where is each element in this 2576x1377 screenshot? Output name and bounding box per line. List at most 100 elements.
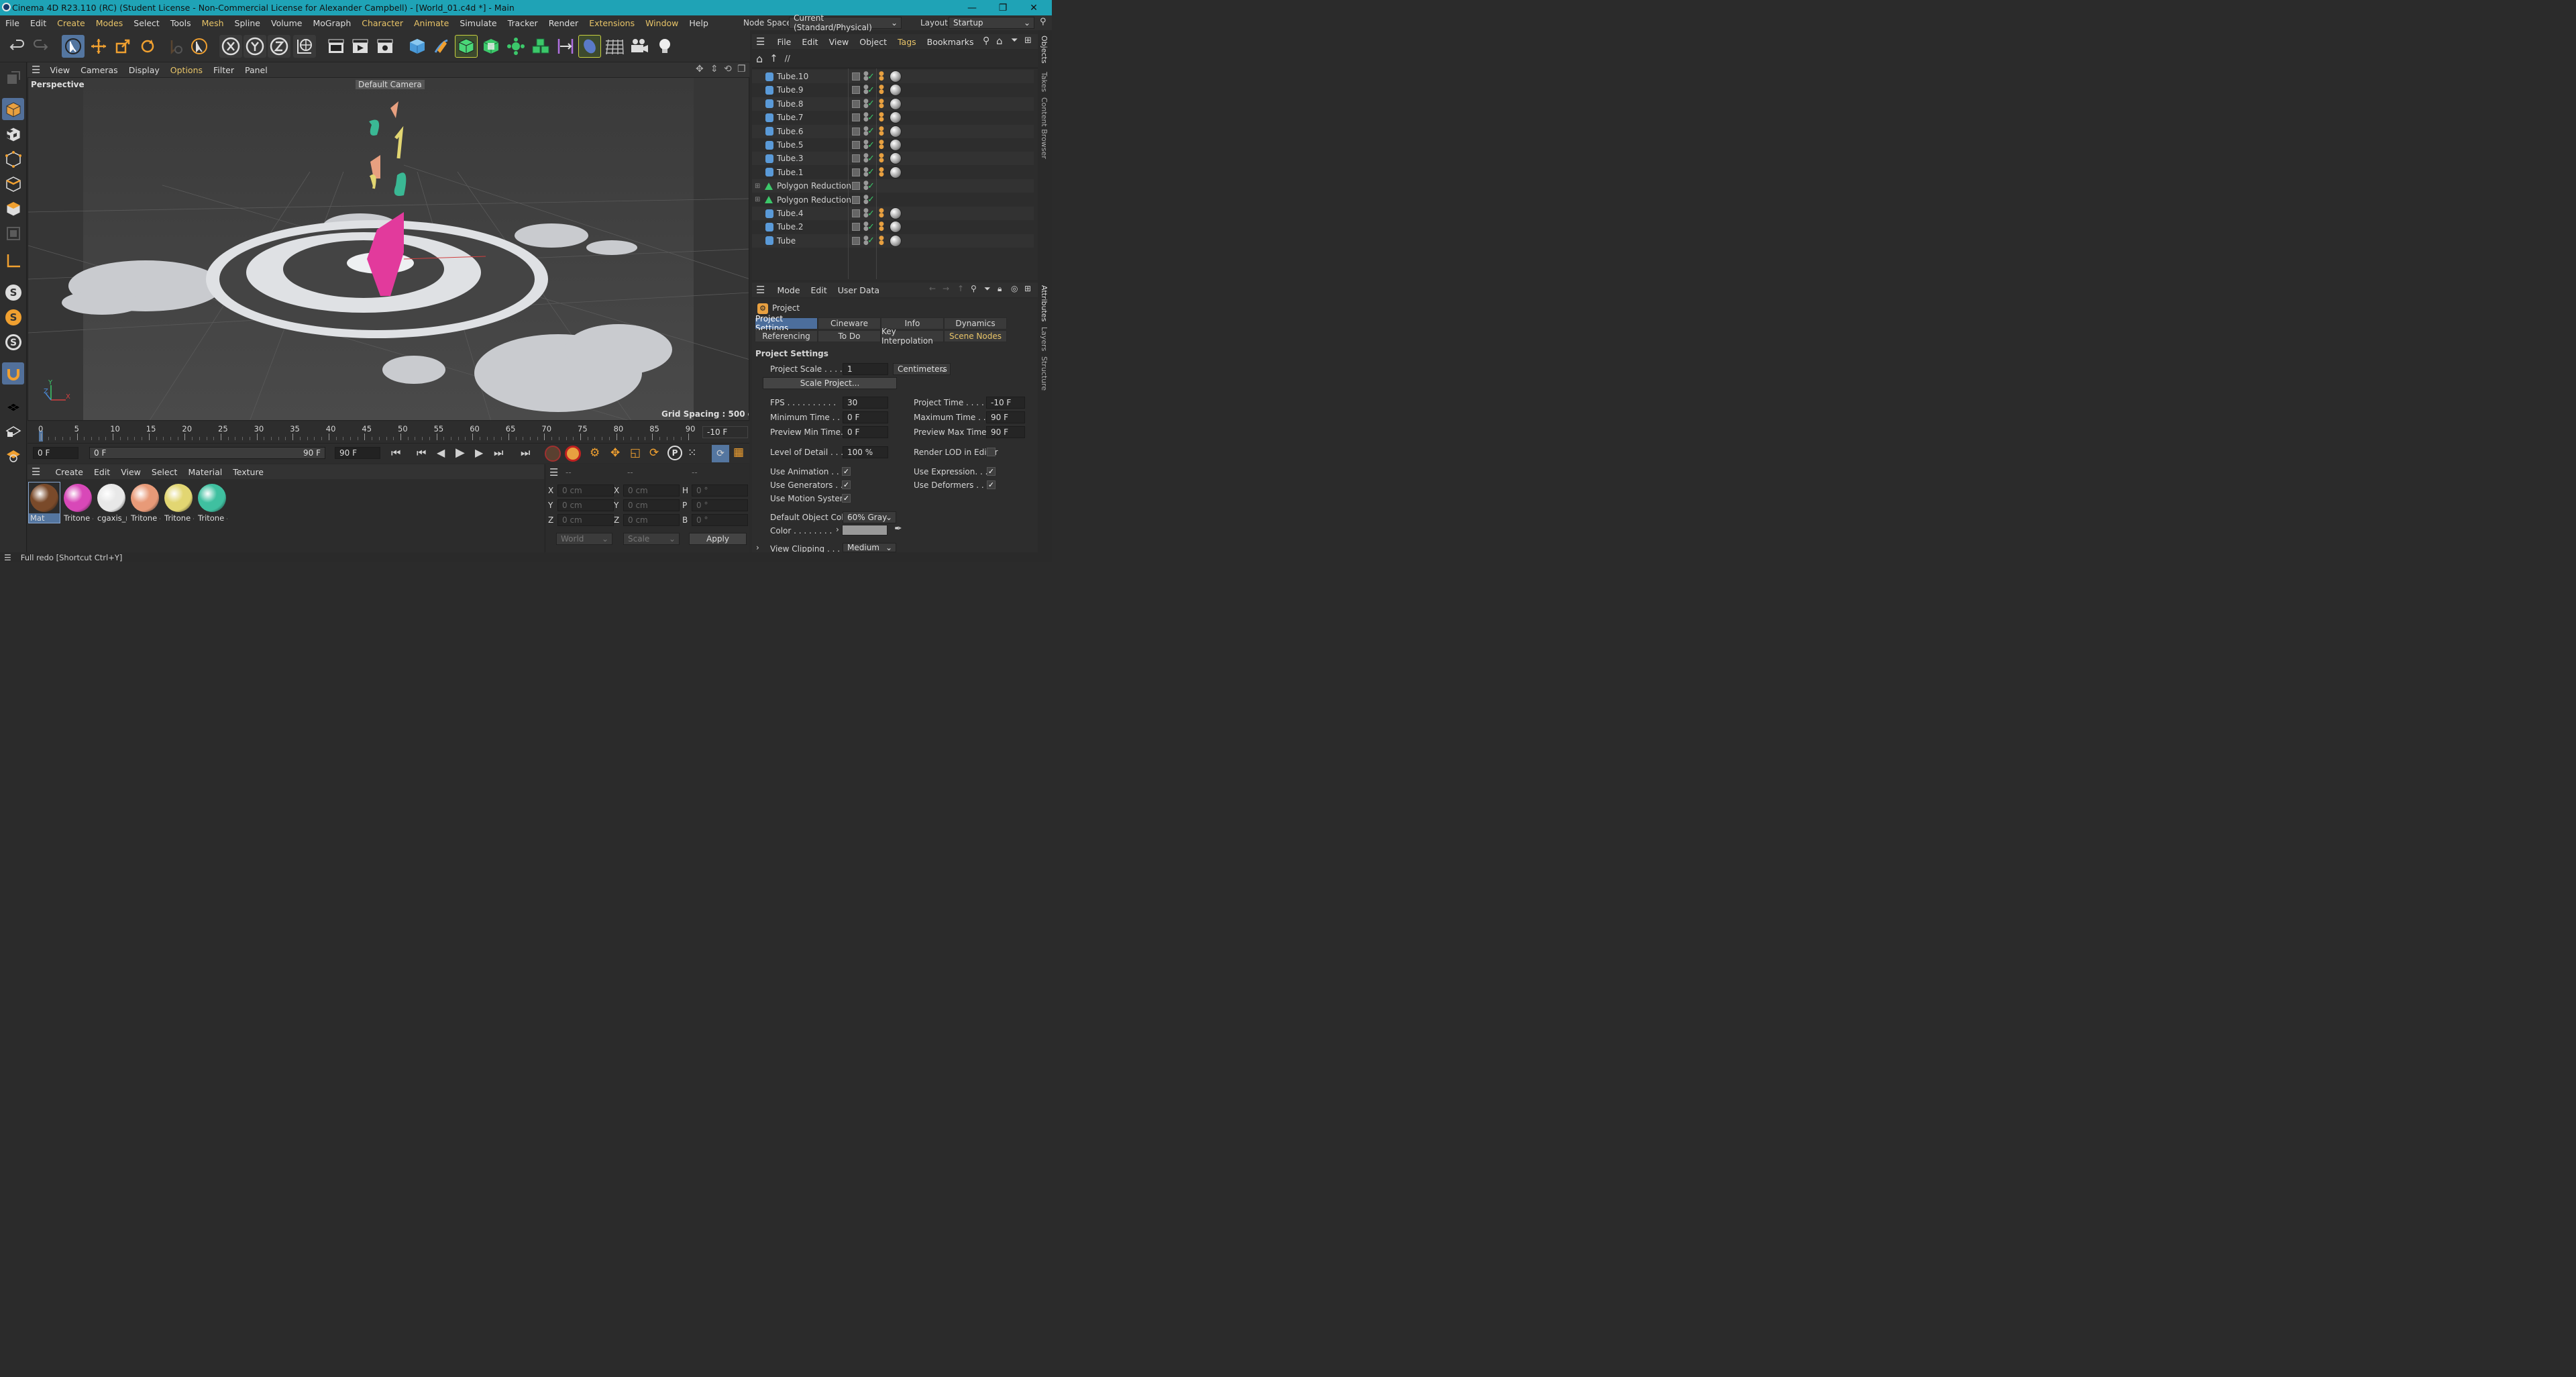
material-tag-icon[interactable] <box>890 152 902 165</box>
tab-dynamics[interactable]: Dynamics <box>944 317 1007 329</box>
play-icon[interactable]: ▶ <box>455 446 465 460</box>
make-editable-button[interactable] <box>2 66 24 89</box>
uv-mode-button[interactable] <box>2 222 24 244</box>
up-arrow-icon[interactable]: ↑ <box>769 52 778 64</box>
layer-icon[interactable] <box>852 141 860 149</box>
prev-frame-icon[interactable]: ◀ <box>437 446 445 459</box>
material-swatch[interactable]: Tritone - <box>129 482 160 523</box>
close-button[interactable]: ✕ <box>1018 0 1049 15</box>
new-panel-icon[interactable]: ⊞ <box>1024 284 1031 293</box>
key-pla-icon[interactable]: ⁙ <box>688 446 696 459</box>
menu-edit[interactable]: Edit <box>25 18 52 28</box>
material-menu-texture[interactable]: Texture <box>227 467 269 477</box>
menu-character[interactable]: Character <box>356 18 409 28</box>
material-tag-icon[interactable] <box>890 207 902 219</box>
viewport-zoom-icon[interactable]: ⇕ <box>710 64 718 74</box>
maximum-time-field[interactable]: 90 F <box>986 411 1025 423</box>
coordinate-space-dropdown[interactable]: World ⌄ <box>556 533 612 545</box>
material-tag-icon[interactable] <box>890 139 902 151</box>
coord-value-field[interactable]: 0 cm <box>623 514 680 526</box>
scale-project-button[interactable]: Scale Project... <box>763 377 897 389</box>
hamburger-icon[interactable]: ☰ <box>756 284 765 296</box>
extrude-button[interactable] <box>480 35 502 58</box>
menu-extensions[interactable]: Extensions <box>584 18 640 28</box>
viewport-menu-options[interactable]: Options <box>165 65 208 75</box>
layer-icon[interactable] <box>852 86 860 95</box>
coord-value-field[interactable]: 0 ° <box>692 499 748 511</box>
enabled-check-icon[interactable]: ✓ <box>867 154 875 164</box>
coord-value-field[interactable]: 0 cm <box>557 499 614 511</box>
go-to-start-icon[interactable]: ⏮ <box>391 446 400 460</box>
default-object-color-dropdown[interactable]: 60% Gray ⌄ <box>843 511 896 523</box>
current-frame-field[interactable]: -10 F <box>702 426 748 438</box>
tab-referencing[interactable]: Referencing <box>755 330 818 342</box>
layer-icon[interactable] <box>852 209 860 217</box>
record-keys-icon[interactable] <box>545 446 561 462</box>
enabled-check-icon[interactable]: ✓ <box>867 167 875 177</box>
enabled-check-icon[interactable]: ✓ <box>867 72 875 82</box>
tab-cineware[interactable]: Cineware <box>818 317 881 329</box>
expand-arrow-icon[interactable]: › <box>836 525 839 534</box>
phong-tag-icon[interactable]: ● ● <box>879 125 884 136</box>
timeline-editor-icon[interactable]: ▦ <box>733 446 744 459</box>
hamburger-icon[interactable]: ☰ <box>756 36 765 48</box>
menu-mograph[interactable]: MoGraph <box>307 18 356 28</box>
enabled-check-icon[interactable]: ✓ <box>867 99 875 109</box>
3d-viewport[interactable]: Perspective Default Camera Grid Spacing … <box>28 77 749 421</box>
prev-key-icon[interactable]: ⏮ <box>417 446 426 460</box>
minimum-time-field[interactable]: 0 F <box>843 411 888 423</box>
menu-tracker[interactable]: Tracker <box>502 18 543 28</box>
floor-button[interactable] <box>603 35 626 58</box>
select-tool-button[interactable] <box>62 35 85 58</box>
side-tab-attributes[interactable]: Attributes <box>1040 285 1049 321</box>
side-tab-takes[interactable]: Takes <box>1040 72 1049 92</box>
object-row[interactable]: ⊞ Polygon Reduction.1 ● ● ✓ <box>752 179 1034 193</box>
object-menu-tags[interactable]: Tags <box>892 37 922 47</box>
layer-icon[interactable] <box>852 182 860 191</box>
object-row[interactable]: Tube.4 ● ● ✓ ● ● <box>752 207 1034 220</box>
motion-system-icon[interactable]: ⟳ <box>712 445 729 462</box>
model-mode-button[interactable] <box>2 98 24 120</box>
material-swatch[interactable]: Tritone - <box>163 482 194 523</box>
light-button[interactable] <box>653 35 676 58</box>
viewport-menu-panel[interactable]: Panel <box>239 65 273 75</box>
menu-window[interactable]: Window <box>640 18 684 28</box>
object-row[interactable]: Tube.10 ● ● ✓ ● ● <box>752 70 1034 83</box>
snap-button-2[interactable]: S <box>2 306 24 328</box>
phong-tag-icon[interactable]: ● ● <box>879 235 884 246</box>
mograph-cubes-button[interactable] <box>529 35 552 58</box>
forward-arrow-icon[interactable]: → <box>943 284 949 293</box>
material-tag-icon[interactable] <box>890 84 902 97</box>
key-parameter-icon[interactable]: P <box>667 446 682 460</box>
maximize-button[interactable]: ❐ <box>987 0 1018 15</box>
render-settings-button[interactable] <box>374 35 396 58</box>
enabled-check-icon[interactable]: ✓ <box>867 113 875 123</box>
menu-spline[interactable]: Spline <box>229 18 266 28</box>
x-axis-lock-button[interactable] <box>219 35 242 58</box>
object-row[interactable]: Tube.9 ● ● ✓ ● ● <box>752 83 1034 97</box>
object-row[interactable]: Tube.5 ● ● ✓ ● ● <box>752 138 1034 152</box>
material-tag-icon[interactable] <box>890 111 902 124</box>
layer-icon[interactable] <box>852 113 860 122</box>
move-tool-button[interactable] <box>87 35 110 58</box>
use-motion-system-checkbox[interactable]: ✓ <box>842 494 851 503</box>
search-icon[interactable]: ⚲ <box>1040 17 1046 27</box>
fps-field[interactable]: 30 <box>843 397 888 409</box>
hamburger-icon[interactable]: ☰ <box>4 553 11 562</box>
redo-button[interactable] <box>30 35 52 58</box>
expand-icon[interactable]: ⊞ <box>755 196 760 203</box>
phong-tag-icon[interactable]: ● ● <box>879 112 884 123</box>
field-button[interactable] <box>578 35 601 58</box>
viewport-menu-view[interactable]: View <box>44 65 75 75</box>
coord-value-field[interactable]: 0 cm <box>623 499 680 511</box>
autokey-icon[interactable] <box>565 446 581 462</box>
enabled-check-icon[interactable]: ✓ <box>867 85 875 95</box>
coordinate-mode-dropdown[interactable]: Scale ⌄ <box>623 533 680 545</box>
key-position-icon[interactable]: ✥ <box>610 446 620 460</box>
locked-workplane-button[interactable] <box>2 444 24 466</box>
enabled-check-icon[interactable]: ✓ <box>867 126 875 136</box>
pen-tool-button[interactable] <box>430 35 453 58</box>
object-menu-edit[interactable]: Edit <box>796 37 823 47</box>
phong-tag-icon[interactable]: ● ● <box>879 85 884 95</box>
object-row[interactable]: Tube.3 ● ● ✓ ● ● <box>752 152 1034 166</box>
